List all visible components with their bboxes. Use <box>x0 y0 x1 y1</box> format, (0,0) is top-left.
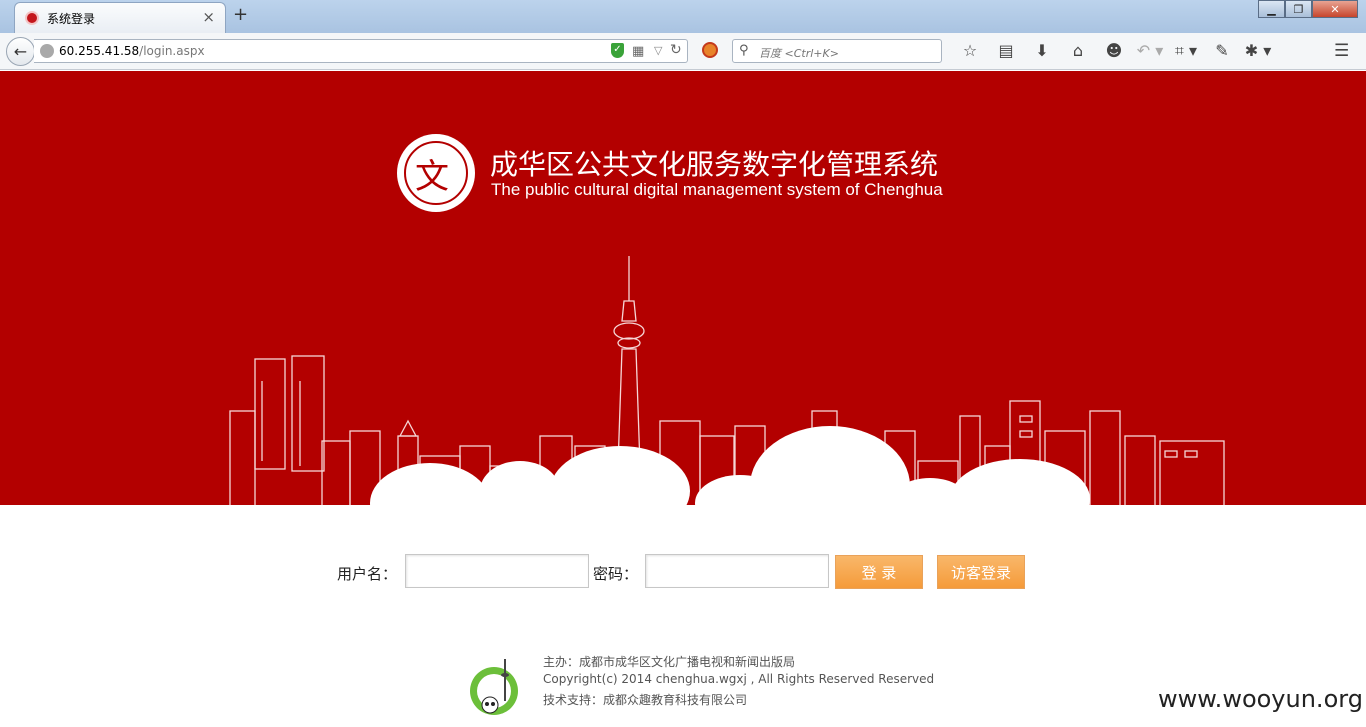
tab-close-icon[interactable]: × <box>202 8 215 26</box>
extension-icon[interactable]: ✱ ▾ <box>1240 41 1276 61</box>
login-button[interactable]: 登 录 <box>835 555 923 589</box>
block-icon[interactable] <box>702 42 718 58</box>
url-bar[interactable]: 60.255.41.58/login.aspx ✓ ▦ ▽ ↻ <box>34 39 688 63</box>
back-button[interactable]: ← <box>6 37 35 66</box>
search-placeholder: 百度 <Ctrl+K> <box>759 47 839 60</box>
maximize-button[interactable]: ❐ <box>1285 0 1312 18</box>
tab-title: 系统登录 <box>47 12 96 26</box>
city-skyline-illustration <box>229 256 1225 505</box>
site-title: 成华区公共文化服务数字化管理系统 <box>490 148 939 181</box>
search-bar[interactable]: ⚲ 百度 <Ctrl+K> <box>732 39 942 63</box>
menu-icon[interactable]: ☰ <box>1334 41 1349 61</box>
comment-icon[interactable]: ✎ <box>1204 41 1240 61</box>
url-dropdown-icon[interactable]: ▽ <box>654 44 662 57</box>
undo-icon[interactable]: ↶ ▾ <box>1132 41 1168 61</box>
url-path: /login.aspx <box>139 44 205 58</box>
watermark-text: www.wooyun.org <box>1158 685 1363 713</box>
toolbar-icons: ☆ ▤ ⬇ ⌂ ☻ ↶ ▾ ⌗ ▾ ✎ ✱ ▾ <box>952 41 1276 61</box>
page-content: 文 成华区公共文化服务数字化管理系统 The public cultural d… <box>0 71 1366 727</box>
footer-sponsor: 主办：成都市成华区文化广播电视和新闻出版局 <box>543 655 796 669</box>
url-host: 60.255.41.58 <box>59 44 140 58</box>
password-label: 密码： <box>593 565 639 583</box>
login-form: 用户名： 密码： 登 录 访客登录 <box>0 553 1366 589</box>
browser-tab-bar: 系统登录 × + ▁ ❐ ✕ <box>0 0 1366 33</box>
close-window-button[interactable]: ✕ <box>1312 0 1358 18</box>
minimize-button[interactable]: ▁ <box>1258 0 1285 18</box>
password-input[interactable] <box>645 554 829 588</box>
shield-icon[interactable]: ✓ <box>611 43 624 58</box>
new-tab-button[interactable]: + <box>233 4 248 25</box>
username-input[interactable] <box>405 554 589 588</box>
qr-icon[interactable]: ▦ <box>632 44 644 59</box>
reading-list-icon[interactable]: ▤ <box>988 41 1024 61</box>
url-text: 60.255.41.58/login.aspx <box>59 44 205 58</box>
site-logo: 文 <box>397 134 475 212</box>
back-icon: ← <box>13 42 28 61</box>
logo-glyph: 文 <box>415 157 449 197</box>
search-icon: ⚲ <box>739 43 749 58</box>
site-favicon-icon <box>25 11 39 25</box>
guest-login-button[interactable]: 访客登录 <box>937 555 1025 589</box>
panda-tower-badge-icon <box>470 659 518 715</box>
crop-icon[interactable]: ⌗ ▾ <box>1168 41 1204 61</box>
header-banner: 文 成华区公共文化服务数字化管理系统 The public cultural d… <box>0 71 1366 505</box>
chat-icon[interactable]: ☻ <box>1096 41 1132 61</box>
username-label: 用户名： <box>337 565 398 583</box>
window-controls: ▁ ❐ ✕ <box>1258 0 1358 18</box>
footer-tech-support: 技术支持：成都众趣教育科技有限公司 <box>543 693 748 707</box>
reload-icon[interactable]: ↻ <box>670 42 682 58</box>
page-footer: 主办：成都市成华区文化广播电视和新闻出版局 Copyright(c) 2014 … <box>466 653 966 723</box>
download-icon[interactable]: ⬇ <box>1024 41 1060 61</box>
star-icon[interactable]: ☆ <box>952 41 988 61</box>
home-icon[interactable]: ⌂ <box>1060 41 1096 61</box>
site-subtitle: The public cultural digital management s… <box>491 180 943 199</box>
browser-tab[interactable]: 系统登录 × <box>14 2 226 33</box>
footer-copyright: Copyright(c) 2014 chenghua.wgxj , All Ri… <box>543 672 935 686</box>
globe-icon <box>40 44 54 58</box>
navigation-toolbar: ← 60.255.41.58/login.aspx ✓ ▦ ▽ ↻ ⚲ 百度 <… <box>0 33 1366 70</box>
